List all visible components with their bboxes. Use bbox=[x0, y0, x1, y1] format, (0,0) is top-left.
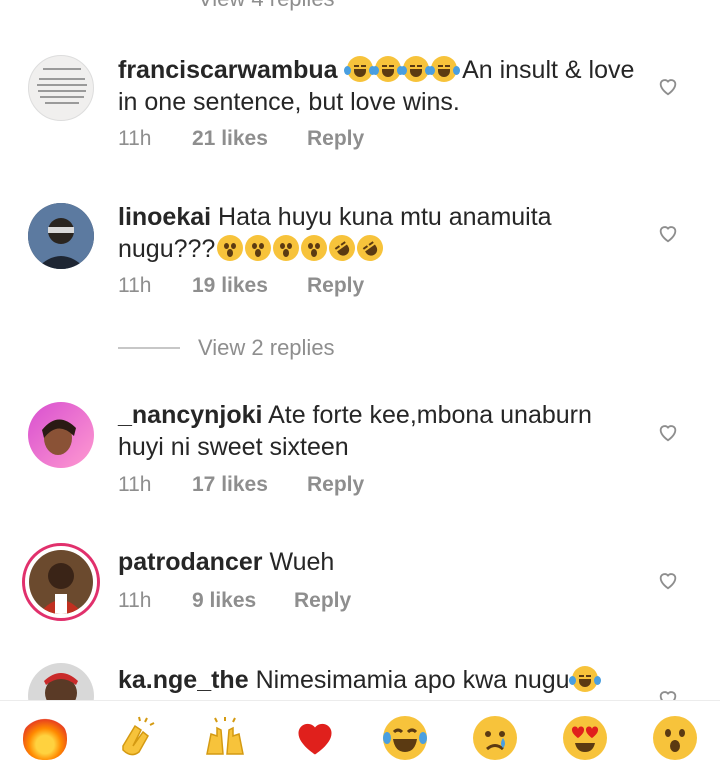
comment-username[interactable]: linoekai bbox=[118, 203, 211, 231]
reply-button[interactable]: Reply bbox=[307, 274, 364, 298]
rofl-icon bbox=[352, 229, 389, 267]
comment-likes[interactable]: 19 likes bbox=[192, 274, 307, 298]
comment-meta: 11h 17 likes Reply bbox=[118, 473, 364, 497]
rofl-icon bbox=[324, 229, 361, 267]
comment-likes[interactable]: 17 likes bbox=[192, 473, 307, 497]
comment-username[interactable]: ka.nge_the bbox=[118, 666, 249, 694]
comment-meta: 11h 21 likes Reply bbox=[118, 127, 364, 151]
quick-reaction-bar bbox=[0, 700, 720, 773]
heart-eyes-icon[interactable] bbox=[563, 716, 607, 760]
avatar bbox=[29, 550, 93, 614]
tears-of-joy-icon bbox=[343, 56, 376, 82]
tears-of-joy-icon bbox=[568, 666, 601, 692]
comment-likes[interactable]: 9 likes bbox=[192, 589, 294, 613]
astonished-icon bbox=[245, 235, 272, 261]
comment-time: 11h bbox=[118, 589, 152, 612]
comment-text: _nancynjoki Ate forte kee,mbona unaburn … bbox=[118, 399, 638, 463]
laugh-emoji-group bbox=[343, 56, 463, 84]
astonished-icon bbox=[273, 235, 300, 261]
fire-icon[interactable] bbox=[23, 716, 67, 760]
comment-username[interactable]: patrodancer bbox=[118, 548, 262, 576]
comment-text: franciscarwambua An insult & love in one… bbox=[118, 54, 638, 118]
avatar[interactable] bbox=[28, 402, 94, 468]
comment-text: patrodancer Wueh bbox=[118, 546, 638, 578]
like-heart-icon[interactable] bbox=[657, 421, 679, 443]
comment-text: linoekai Hata huyu kuna mtu anamuita nug… bbox=[118, 201, 638, 267]
astonished-face-icon[interactable] bbox=[653, 716, 697, 760]
tears-of-joy-icon[interactable] bbox=[383, 716, 427, 760]
tears-of-joy-icon bbox=[427, 56, 460, 82]
tears-of-joy-icon bbox=[371, 56, 404, 82]
astonished-icon bbox=[217, 235, 244, 261]
raising-hands-icon[interactable] bbox=[203, 716, 247, 760]
comment-likes[interactable]: 21 likes bbox=[192, 127, 307, 151]
avatar[interactable] bbox=[28, 55, 94, 121]
comment-username[interactable]: franciscarwambua bbox=[118, 56, 338, 84]
like-heart-icon[interactable] bbox=[657, 222, 679, 244]
tears-of-joy-icon bbox=[399, 56, 432, 82]
comment-text: ka.nge_the Nimesimamia apo kwa nugu bbox=[118, 664, 638, 696]
comment-meta: 11h 19 likes Reply bbox=[118, 274, 364, 298]
comment-body: Wueh bbox=[269, 548, 335, 576]
comment-time: 11h bbox=[118, 274, 152, 297]
reply-button[interactable]: Reply bbox=[307, 473, 364, 497]
comment-body: Nimesimamia apo kwa nugu bbox=[255, 666, 570, 694]
avatar[interactable] bbox=[28, 203, 94, 269]
reply-button[interactable]: Reply bbox=[307, 127, 364, 151]
comment-meta: 11h 9 likes Reply bbox=[118, 589, 351, 613]
crying-face-icon[interactable] bbox=[473, 716, 517, 760]
reply-button[interactable]: Reply bbox=[294, 589, 351, 613]
replies-divider bbox=[118, 347, 180, 349]
avatar-story-ring[interactable] bbox=[22, 543, 100, 621]
view-replies[interactable]: View 2 replies bbox=[118, 335, 335, 361]
comment-time: 11h bbox=[118, 473, 152, 496]
astonished-icon bbox=[301, 235, 328, 261]
reaction-emoji-group bbox=[215, 229, 389, 267]
comment-username[interactable]: _nancynjoki bbox=[118, 401, 263, 429]
clapping-hands-icon[interactable] bbox=[113, 716, 157, 760]
like-heart-icon[interactable] bbox=[657, 75, 679, 97]
view-replies-label: View 4 replies bbox=[198, 0, 335, 12]
comment-time: 11h bbox=[118, 127, 152, 150]
view-replies-top[interactable]: View 4 replies bbox=[118, 0, 335, 12]
red-heart-icon[interactable] bbox=[293, 716, 337, 760]
like-heart-icon[interactable] bbox=[657, 569, 679, 591]
view-replies-label: View 2 replies bbox=[198, 335, 335, 360]
